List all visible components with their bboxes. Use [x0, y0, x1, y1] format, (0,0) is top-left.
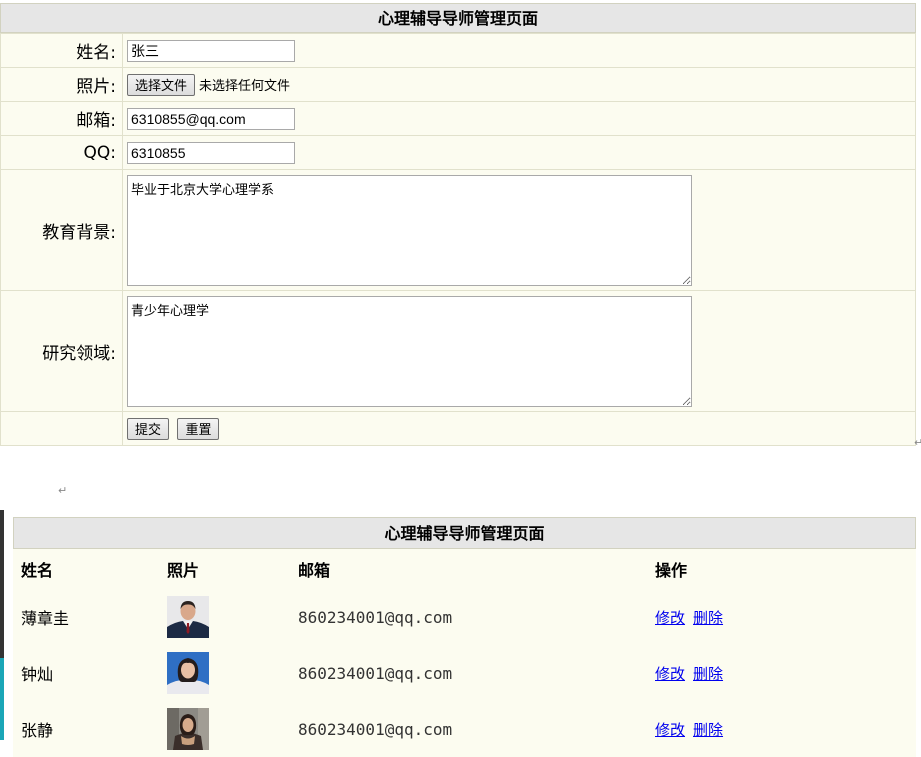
action-cell: 提交 重置 — [122, 411, 916, 446]
tutor-form: 姓名: 照片: 选择文件未选择任何文件 邮箱: QQ: 教育背景: — [0, 33, 916, 446]
photo-row: 照片: 选择文件 未选择任何文件 — [0, 67, 916, 102]
header-name: 姓名 — [21, 561, 54, 580]
tutor-form-panel: 心理辅导导师管理页面 姓名: 照片: 选择文件未选择任何文件 邮箱: QQ: — [0, 3, 916, 446]
row-photo-cell — [159, 645, 290, 701]
delete-link[interactable]: 删除 — [693, 721, 723, 739]
email-row: 邮箱: — [0, 101, 916, 136]
left-accent-teal — [0, 658, 4, 740]
row-actions: 修改 删除 — [647, 589, 916, 645]
row-photo-cell — [159, 701, 290, 757]
education-label: 教育背景: — [0, 169, 123, 291]
research-textarea[interactable]: 青少年心理学 — [127, 295, 692, 407]
row-email: 860234001@qq.com — [298, 663, 453, 683]
action-row: 提交 重置 — [0, 411, 916, 446]
research-label: 研究领域: — [0, 290, 123, 412]
qq-row: QQ: — [0, 135, 916, 170]
row-name: 薄章圭 — [21, 609, 70, 628]
list-title: 心理辅导导师管理页面 — [13, 517, 916, 549]
education-textarea[interactable]: 毕业于北京大学心理学系 — [127, 174, 692, 286]
name-cell — [122, 33, 916, 68]
reset-button[interactable]: 重置 — [177, 417, 220, 440]
left-accent-bar — [0, 510, 4, 740]
edit-link[interactable]: 修改 — [655, 609, 685, 627]
qq-label: QQ: — [0, 135, 123, 170]
qq-input[interactable] — [127, 141, 295, 164]
email-input[interactable] — [127, 107, 295, 130]
avatar-photo — [167, 596, 209, 638]
tutor-list-panel: 心理辅导导师管理页面 姓名 照片 邮箱 操作 薄章圭 860234001@qq.… — [13, 517, 916, 757]
row-name: 张静 — [21, 721, 54, 740]
edit-link[interactable]: 修改 — [655, 721, 685, 739]
photo-cell: 选择文件 未选择任何文件 — [122, 67, 916, 102]
research-cell: 青少年心理学 — [122, 290, 916, 412]
photo-label: 照片: — [0, 67, 123, 102]
table-row: 张静 860234001@qq.com 修改 删除 — [13, 701, 916, 757]
table-row: 钟灿 860234001@qq.com 修改 删除 — [13, 645, 916, 701]
header-actions: 操作 — [655, 561, 688, 580]
name-label: 姓名: — [0, 33, 123, 68]
name-row: 姓名: — [0, 33, 916, 68]
row-name: 钟灿 — [21, 665, 54, 684]
delete-link[interactable]: 删除 — [693, 665, 723, 683]
email-cell — [122, 101, 916, 136]
email-label: 邮箱: — [0, 101, 123, 136]
education-cell: 毕业于北京大学心理学系 — [122, 169, 916, 291]
edit-link[interactable]: 修改 — [655, 665, 685, 683]
file-status-text: 未选择任何文件 — [199, 79, 291, 94]
choose-file-button[interactable]: 选择文件 — [127, 73, 196, 96]
header-photo: 照片 — [167, 561, 200, 580]
submit-button[interactable]: 提交 — [127, 417, 170, 440]
delete-link[interactable]: 删除 — [693, 609, 723, 627]
table-header-row: 姓名 照片 邮箱 操作 — [13, 549, 916, 589]
action-label-empty — [0, 411, 123, 446]
row-actions: 修改 删除 — [647, 701, 916, 757]
table-row: 薄章圭 860234001@qq.com 修改 删除 — [13, 589, 916, 645]
row-email: 860234001@qq.com — [298, 719, 453, 739]
return-mark-icon: ↵ — [58, 484, 68, 497]
name-input[interactable] — [127, 39, 295, 62]
avatar-photo — [167, 652, 209, 694]
return-mark-icon: ↵ — [914, 436, 921, 449]
education-row: 教育背景: 毕业于北京大学心理学系 — [0, 169, 916, 291]
row-actions: 修改 删除 — [647, 645, 916, 701]
form-title: 心理辅导导师管理页面 — [0, 3, 916, 33]
avatar-photo — [167, 708, 209, 750]
header-email: 邮箱 — [298, 561, 331, 580]
qq-cell — [122, 135, 916, 170]
row-photo-cell — [159, 589, 290, 645]
row-email: 860234001@qq.com — [298, 607, 453, 627]
research-row: 研究领域: 青少年心理学 — [0, 290, 916, 412]
tutor-list-table: 姓名 照片 邮箱 操作 薄章圭 860234001@qq.com 修改 删除 钟… — [13, 549, 916, 757]
